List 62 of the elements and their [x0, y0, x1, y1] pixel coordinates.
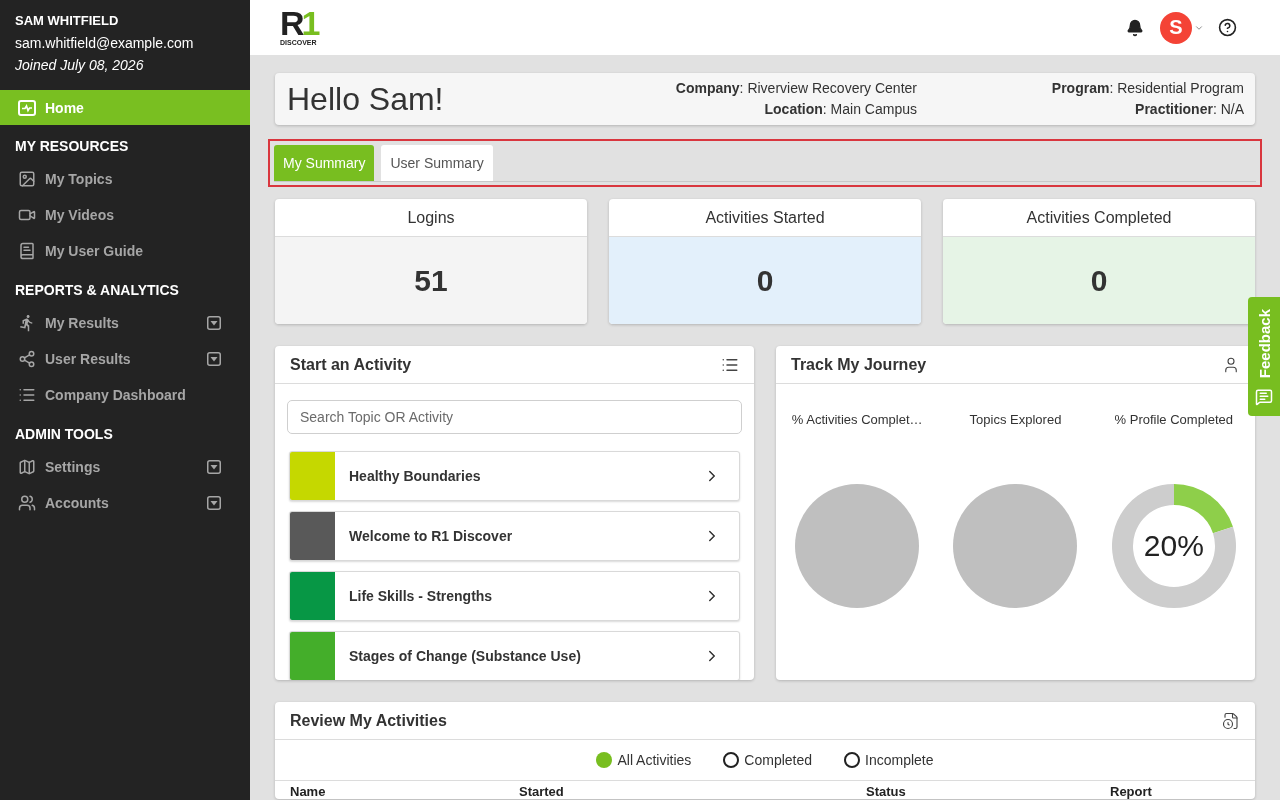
tab[interactable]: User Summary	[381, 145, 493, 181]
radio-option[interactable]: All Activities	[596, 752, 692, 768]
help-icon[interactable]	[1218, 18, 1237, 37]
column-header: Started	[519, 785, 565, 799]
avatar[interactable]: S	[1160, 11, 1192, 44]
search-field[interactable]: Search Topic OR Activity	[287, 400, 742, 434]
info-line: Program: Residential Program	[1051, 79, 1244, 98]
activity-item[interactable]: Life Skills - Strengths	[289, 571, 740, 621]
nav-item[interactable]: My Videos	[0, 197, 250, 233]
picture-icon	[18, 170, 36, 188]
nav-item[interactable]: User Results	[0, 341, 250, 377]
gauge-label: % Profile Completed	[1114, 412, 1234, 428]
user-name: SAM WHITFIELD	[15, 12, 120, 30]
greeting-title: Hello Sam!	[287, 80, 445, 118]
panel-title: Review My Activities	[290, 711, 447, 730]
radio-icon[interactable]	[596, 752, 613, 768]
activity-item[interactable]: Stages of Change (Substance Use)	[289, 631, 740, 680]
column-header: Name	[290, 785, 327, 799]
radio-option[interactable]: Completed	[723, 752, 813, 768]
info-line: Location: Main Campus	[764, 100, 917, 119]
monitor-pulse-icon	[18, 99, 36, 116]
file-clock-icon[interactable]	[1222, 711, 1240, 730]
gauge-label: % Activities Complet…	[791, 412, 923, 428]
nav-section-heading: ADMIN TOOLS	[14, 425, 114, 444]
bell-icon[interactable]	[1126, 18, 1144, 37]
nav-item[interactable]: My Topics	[0, 161, 250, 197]
connected-nodes-icon	[18, 350, 36, 368]
radio-option[interactable]: Incomplete	[844, 752, 934, 768]
panel-title: Start an Activity	[290, 355, 412, 374]
nav-section-heading: MY RESOURCES	[14, 137, 130, 156]
list-icon	[18, 386, 36, 404]
radio-icon[interactable]	[723, 752, 740, 768]
stat-value: 51	[275, 237, 587, 324]
nav-item[interactable]: Settings	[0, 449, 250, 485]
activity-item[interactable]: Welcome to R1 Discover	[289, 511, 740, 561]
radio-icon[interactable]	[844, 752, 861, 768]
dropdown-caret-icon[interactable]	[207, 316, 221, 330]
gauge-reading: 20%	[1143, 529, 1204, 563]
column-header: Report	[1110, 785, 1153, 799]
join-date: Joined July 08, 2026	[15, 56, 145, 75]
people-icon	[18, 494, 36, 512]
info-line: Company: Riverview Recovery Center	[675, 79, 917, 98]
nav-item[interactable]: Company Dashboard	[0, 377, 250, 413]
panel-title: Track My Journey	[791, 355, 927, 374]
dropdown-caret-icon[interactable]	[207, 496, 221, 510]
map-icon	[18, 458, 36, 476]
nav-section-heading: REPORTS & ANALYTICS	[14, 281, 180, 300]
user-icon[interactable]	[1222, 355, 1240, 374]
activity-item[interactable]: Healthy Boundaries	[289, 451, 740, 501]
book-icon	[18, 242, 36, 260]
stat-value: 0	[943, 237, 1255, 324]
info-line: Practitioner: N/A	[1135, 100, 1244, 119]
gauge-label: Topics Explored	[969, 412, 1062, 428]
message-icon	[1255, 388, 1273, 407]
nav-item[interactable]: My User Guide	[0, 233, 250, 269]
dropdown-caret-icon[interactable]	[207, 460, 221, 474]
column-header: Status	[866, 785, 907, 799]
stat-value: 0	[609, 237, 921, 324]
dropdown-caret-icon[interactable]	[207, 352, 221, 366]
user-email: sam.whitfield@example.com	[15, 34, 195, 53]
nav-item[interactable]: Accounts	[0, 485, 250, 521]
nav-item[interactable]: My Results	[0, 305, 250, 341]
